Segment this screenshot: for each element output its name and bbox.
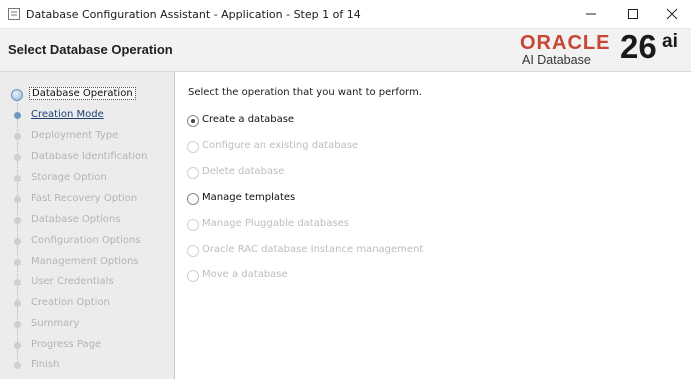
step-pending-icon [14,321,21,328]
oracle-product-text: AI Database [522,53,591,67]
step-creation-option: Creation Option [0,295,174,313]
option-label: Configure an existing database [202,140,359,151]
page-title: Select Database Operation [8,42,173,57]
step-configuration-options: Configuration Options [0,233,174,251]
step-user-credentials: User Credentials [0,274,174,292]
step-pending-icon [14,217,21,224]
step-database-operation[interactable]: Database Operation [0,86,174,104]
step-label: User Credentials [31,276,114,287]
minimize-button[interactable] [576,4,606,24]
step-pending-icon [14,279,21,286]
version-number: 26 [620,28,657,65]
option-label: Manage Pluggable databases [202,218,349,229]
radio-selected-icon[interactable] [187,115,199,127]
radio-icon[interactable] [187,193,199,205]
app-icon [8,8,20,20]
step-pending-icon [14,133,21,140]
option-label: Create a database [202,114,295,125]
option-delete-database: Delete database [187,165,487,181]
option-label: Move a database [202,269,288,280]
steps-sidebar: Database Operation Creation Mode Deploym… [0,72,175,379]
step-pending-icon [14,196,21,203]
option-manage-templates[interactable]: Manage templates [187,191,487,207]
step-label: Storage Option [31,172,107,183]
step-label: Configuration Options [31,235,141,246]
step-storage-option: Storage Option [0,170,174,188]
option-create-database[interactable]: Create a database [187,113,487,129]
option-label: Oracle RAC database Instance management [202,244,424,255]
step-database-options: Database Options [0,212,174,230]
step-label: Creation Option [31,297,110,308]
step-pending-icon [14,362,21,369]
radio-icon [187,245,199,257]
step-creation-mode[interactable]: Creation Mode [0,107,174,125]
step-pending-icon [14,175,21,182]
content-panel: Select the operation that you want to pe… [175,72,691,379]
close-button[interactable] [657,4,687,24]
step-finish: Finish [0,357,174,375]
step-database-identification: Database Identification [0,149,174,167]
step-summary: Summary [0,316,174,334]
step-management-options: Management Options [0,254,174,272]
option-label: Manage templates [202,192,296,203]
step-label: Fast Recovery Option [31,193,138,204]
step-fast-recovery-option: Fast Recovery Option [0,191,174,209]
radio-icon [187,219,199,231]
maximize-icon [628,9,638,19]
instruction-text: Select the operation that you want to pe… [188,87,422,98]
step-label: Summary [31,318,80,329]
option-label: Delete database [202,166,285,177]
window-title: Database Configuration Assistant - Appli… [26,8,361,21]
option-rac-instance-management: Oracle RAC database Instance management [187,243,487,259]
step-pending-icon [14,154,21,161]
option-manage-pluggable-databases: Manage Pluggable databases [187,217,487,233]
step-label: Database Identification [31,151,148,162]
step-current-icon [11,89,23,101]
step-label: Database Options [31,214,121,225]
step-label: Finish [31,359,60,370]
step-progress-page: Progress Page [0,337,174,355]
step-label: Management Options [31,256,139,267]
step-pending-icon [14,238,21,245]
maximize-button[interactable] [618,4,648,24]
step-deployment-type: Deployment Type [0,128,174,146]
title-bar: Database Configuration Assistant - Appli… [0,0,691,29]
step-pending-icon [14,259,21,266]
step-label: Deployment Type [31,130,119,141]
option-move-database: Move a database [187,268,487,284]
radio-icon [187,270,199,282]
option-configure-existing-database: Configure an existing database [187,139,487,155]
step-label: Database Operation [29,87,136,100]
step-label: Creation Mode [31,109,104,120]
step-label: Progress Page [31,339,102,350]
step-pending-icon [14,342,21,349]
close-icon [666,8,678,20]
step-active-icon [14,112,21,119]
oracle-brand-text: ORACLE [520,32,611,54]
radio-icon [187,167,199,179]
radio-icon [187,141,199,153]
minimize-icon [586,13,596,15]
version-suffix: ai [662,31,678,52]
step-pending-icon [14,300,21,307]
